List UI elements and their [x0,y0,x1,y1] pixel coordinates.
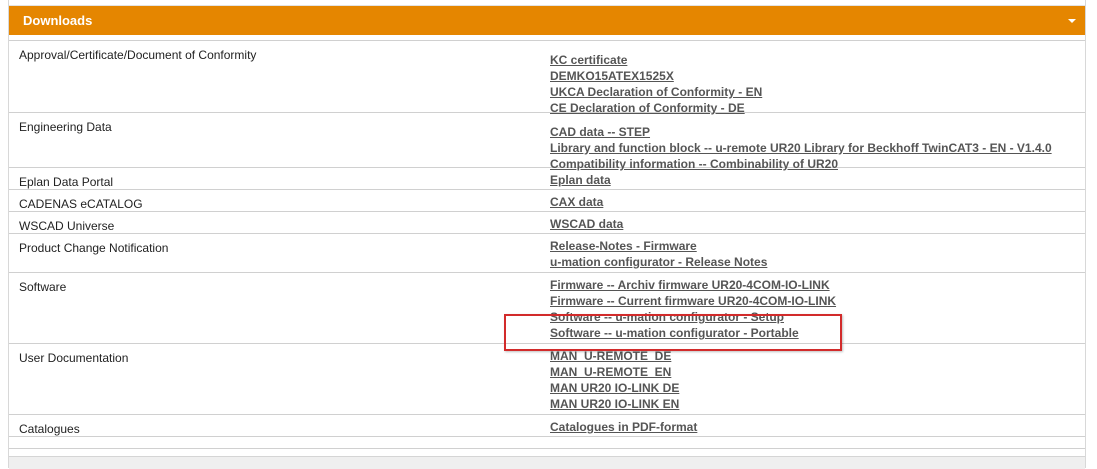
row-links: CAX data [550,194,603,210]
row-label: User Documentation [19,351,129,365]
row-label: Approval/Certificate/Document of Conform… [19,48,257,62]
download-link[interactable]: Catalogues in PDF-format [550,419,697,435]
row-label: Engineering Data [19,120,112,134]
download-link[interactable]: UKCA Declaration of Conformity - EN [550,84,762,100]
download-link[interactable]: KC certificate [550,52,762,68]
table-row: Catalogues Catalogues in PDF-format [9,415,1085,437]
downloads-section-header[interactable]: Downloads [9,6,1085,35]
row-label: WSCAD Universe [19,219,115,233]
table-row: WSCAD Universe WSCAD data [9,212,1085,234]
table-row: Engineering Data CAD data -- STEP Librar… [9,113,1085,171]
row-links: CAD data -- STEP Library and function bl… [550,124,1052,172]
table-row: Product Change Notification Release-Note… [9,234,1085,273]
download-link[interactable]: CAD data -- STEP [550,124,1052,140]
download-link[interactable]: Release-Notes - Firmware [550,238,767,254]
download-link[interactable]: Firmware -- Current firmware UR20-4COM-I… [550,293,836,309]
row-label: Product Change Notification [19,241,169,255]
row-label: Software [19,280,67,294]
table-row: User Documentation MAN_U-REMOTE_DE MAN_U… [9,344,1085,415]
download-link[interactable]: WSCAD data [550,216,623,232]
row-links: MAN_U-REMOTE_DE MAN_U-REMOTE_EN MAN UR20… [550,348,679,412]
table-row: Eplan Data Portal Eplan data [9,168,1085,190]
row-links: Catalogues in PDF-format [550,419,697,435]
row-links: KC certificate DEMKO15ATEX1525X UKCA Dec… [550,52,762,116]
download-link[interactable]: MAN_U-REMOTE_EN [550,364,679,380]
download-link[interactable]: CAX data [550,194,603,210]
row-links: Release-Notes - Firmware u-mation config… [550,238,767,270]
download-link[interactable]: Library and function block -- u-remote U… [550,140,1052,156]
table-row: CADENAS eCATALOG CAX data [9,190,1085,212]
collapse-arrow-icon[interactable] [1068,19,1076,23]
download-link[interactable]: u-mation configurator - Release Notes [550,254,767,270]
download-link[interactable]: DEMKO15ATEX1525X [550,68,762,84]
download-link[interactable]: MAN UR20 IO-LINK EN [550,396,679,412]
table-end-spacer [9,437,1085,449]
download-link[interactable]: Eplan data [550,172,611,188]
download-link[interactable]: Firmware -- Archiv firmware UR20-4COM-IO… [550,277,836,293]
row-label: Eplan Data Portal [19,175,114,189]
highlight-annotation [504,314,842,351]
row-label: Catalogues [19,422,80,436]
downloads-panel: Downloads Approval/Certificate/Document … [8,0,1086,469]
row-label: CADENAS eCATALOG [19,197,143,211]
downloads-table: Approval/Certificate/Document of Conform… [9,40,1085,449]
row-links: WSCAD data [550,216,623,232]
table-row: Approval/Certificate/Document of Conform… [9,40,1085,116]
section-title: Downloads [23,13,93,28]
next-section-header[interactable] [9,456,1085,469]
download-link[interactable]: MAN UR20 IO-LINK DE [550,380,679,396]
row-links: Eplan data [550,172,611,188]
